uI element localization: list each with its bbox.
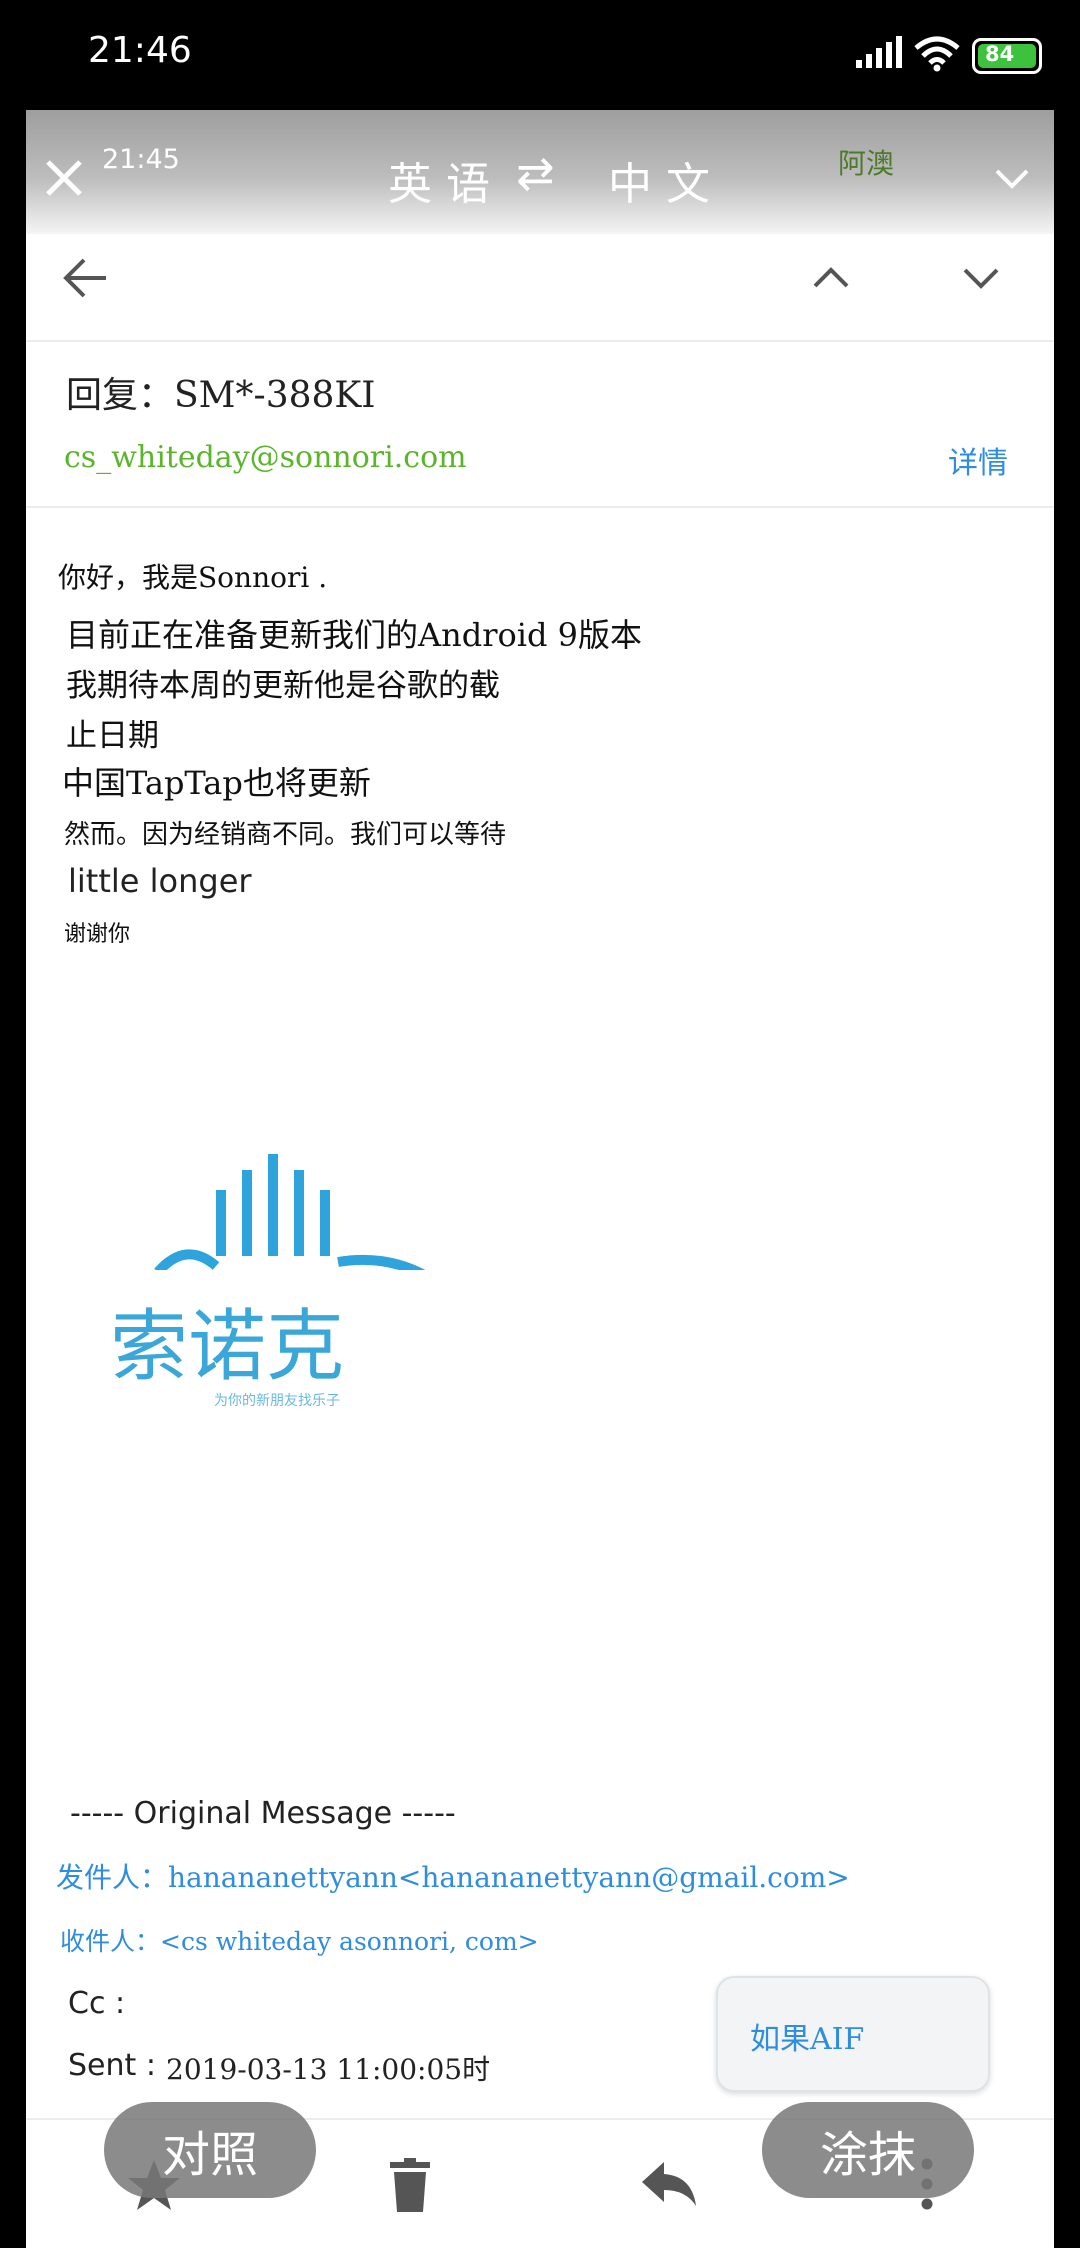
email-screen: 21:45 英语 ⇄ 中文 阿澳 回复：SM*-388KI cs_whiteda… xyxy=(26,110,1054,2248)
sender-email[interactable]: cs_whiteday@sonnori.com xyxy=(64,440,467,475)
translate-engine[interactable]: 阿澳 xyxy=(838,142,894,182)
divider xyxy=(26,340,1054,342)
body-line: 中国TapTap也将更新 xyxy=(62,764,371,802)
sent-value: 2019-03-13 11:00:05时 xyxy=(166,2053,491,2086)
cc-label: Cc : xyxy=(68,1986,126,2021)
original-to[interactable]: 收件人：<cs whiteday asonnori, com> xyxy=(60,1922,539,1958)
tooltip-text: 如果AIF xyxy=(750,2022,865,2057)
swap-languages-icon[interactable]: ⇄ xyxy=(516,146,555,200)
translate-bar: 21:45 英语 ⇄ 中文 阿澳 xyxy=(26,110,1054,234)
back-arrow-icon[interactable] xyxy=(62,256,110,300)
battery-level: 84 xyxy=(985,42,1015,66)
company-logo: 索诺克 为你的新朋友找乐子 xyxy=(66,1070,566,1410)
chevron-down-icon[interactable] xyxy=(962,266,1000,290)
close-icon[interactable] xyxy=(44,158,84,198)
original-from[interactable]: 发件人：hanananettyann<hanananettyann@gmail.… xyxy=(56,1856,850,1896)
body-line: 目前正在准备更新我们的Android 9版本 xyxy=(66,616,643,654)
original-message-divider: ----- Original Message ----- xyxy=(70,1796,456,1831)
source-language[interactable]: 英语 xyxy=(388,148,504,212)
body-line: 止日期 xyxy=(66,718,159,754)
email-subject: 回复：SM*-388KI xyxy=(66,375,376,416)
translate-time: 21:45 xyxy=(102,144,180,175)
signal-icon xyxy=(856,36,902,68)
smear-button[interactable]: 涂抹 xyxy=(762,2102,974,2198)
battery-icon: 84 xyxy=(972,38,1042,74)
reply-icon[interactable] xyxy=(640,2160,698,2208)
body-line: 我期待本周的更新他是谷歌的截 xyxy=(66,668,500,704)
compare-button[interactable]: 对照 xyxy=(104,2102,316,2198)
logo-tagline: 为你的新朋友找乐子 xyxy=(214,1393,340,1409)
body-line: 你好，我是Sonnori . xyxy=(58,561,328,594)
target-language[interactable]: 中文 xyxy=(608,148,724,212)
divider xyxy=(26,506,1054,508)
body-line: 然而。因为经销商不同。我们可以等待 xyxy=(64,820,507,850)
chevron-down-icon[interactable] xyxy=(994,168,1030,190)
logo-mark xyxy=(154,1154,426,1270)
chevron-up-icon[interactable] xyxy=(812,266,850,290)
trash-icon[interactable] xyxy=(390,2158,430,2212)
logo-name: 索诺克 xyxy=(110,1302,345,1392)
status-time: 21:46 xyxy=(88,30,192,71)
wifi-icon xyxy=(914,36,960,72)
body-line: 谢谢你 xyxy=(64,922,131,947)
translation-tooltip: 如果AIF xyxy=(716,1976,990,2092)
details-link[interactable]: 详情 xyxy=(948,438,1008,482)
body-line: little longer xyxy=(68,862,252,900)
sent-label: Sent : xyxy=(68,2048,156,2083)
status-bar: 21:46 84 xyxy=(0,0,1080,110)
